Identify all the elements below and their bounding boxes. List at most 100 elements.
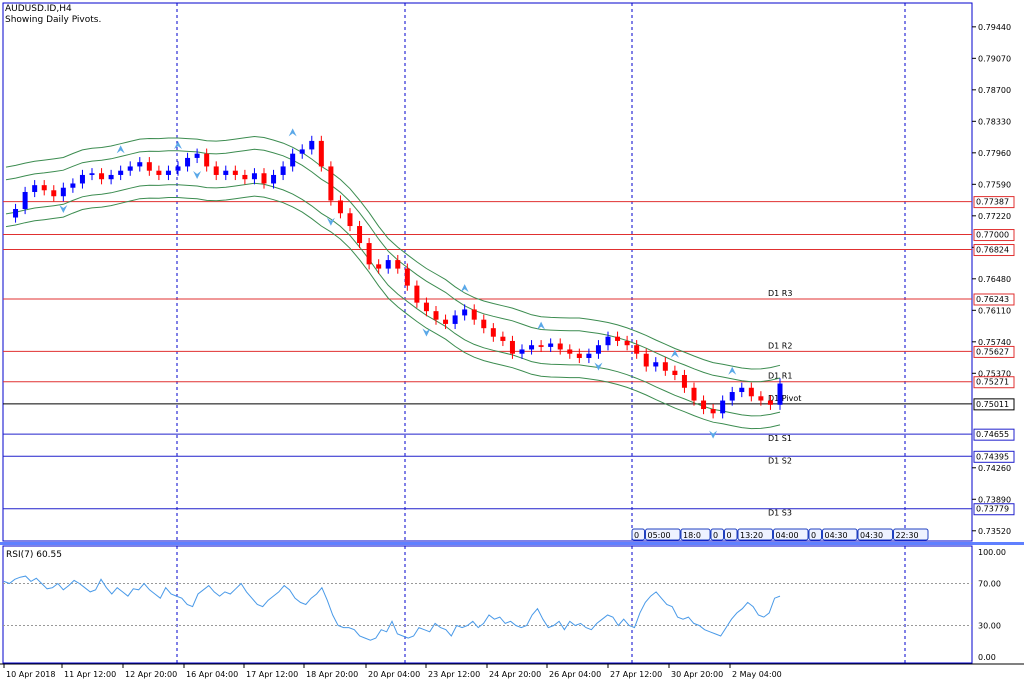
symbol-title: AUDUSD.ID,H4 <box>5 4 72 14</box>
candle-body <box>318 140 324 167</box>
candle-body <box>99 173 105 180</box>
price-axis-label: 0.79440 <box>978 23 1011 32</box>
chart-window[interactable]: 0.79440 0.79070 0.78700 0.78330 0.77960 0.775… <box>0 0 1024 683</box>
price-axis-label: 0.76110 <box>978 306 1011 315</box>
candle-body <box>529 345 535 350</box>
time-axis-label: 2 May 04:00 <box>732 670 782 679</box>
candle-body <box>13 209 19 218</box>
level-price-label: 0.76243 <box>976 295 1009 304</box>
candle-body <box>118 170 124 175</box>
candle-body <box>299 149 305 154</box>
candle-body <box>462 309 468 316</box>
candle-body <box>605 336 611 346</box>
pivot-level-label: D1 S1 <box>768 434 792 443</box>
candle-body <box>576 353 582 358</box>
candle-body <box>395 260 401 269</box>
pivot-caption: Showing Daily Pivots. <box>5 15 102 25</box>
level-price-label: 0.75011 <box>976 400 1009 409</box>
price-axis-label: 0.73520 <box>978 527 1011 536</box>
candle-body <box>79 174 85 184</box>
level-price-label: 0.77387 <box>976 198 1009 207</box>
candle-body <box>146 162 152 171</box>
candle-body <box>165 170 171 175</box>
time-axis-label: 23 Apr 12:00 <box>428 670 480 679</box>
session-time-label: 18:0 <box>683 531 701 540</box>
candle-body <box>204 153 210 167</box>
level-price-label: 0.75271 <box>976 378 1009 387</box>
candle-body <box>739 387 745 393</box>
session-time-label: 04:00 <box>776 531 799 540</box>
candle-body <box>433 311 439 320</box>
candle-body <box>175 166 181 171</box>
price-axis-label: 0.77590 <box>978 180 1011 189</box>
candle-body <box>213 166 219 175</box>
time-axis-label: 11 Apr 12:00 <box>64 670 116 679</box>
candle-body <box>748 387 754 397</box>
candle-body <box>681 375 687 388</box>
pivot-level-label: D1 R2 <box>768 341 792 350</box>
price-axis-label: 0.78700 <box>978 86 1011 95</box>
pivot-level-label: D1 Pivot <box>768 394 801 403</box>
candle-body <box>70 183 76 188</box>
price-axis-label: 0.78330 <box>978 117 1011 126</box>
candle-body <box>261 173 267 184</box>
candle-body <box>729 392 735 401</box>
session-time-label: 22:30 <box>896 531 919 540</box>
time-axis-label: 12 Apr 20:00 <box>125 670 177 679</box>
candle-body <box>337 200 343 214</box>
session-time-label: 0 <box>713 531 718 540</box>
candle-body <box>309 140 315 150</box>
candle-body <box>720 400 726 414</box>
pivot-level-label: D1 R3 <box>768 289 792 298</box>
candle-body <box>127 166 133 171</box>
session-time-label: 04:30 <box>860 531 883 540</box>
pivot-level-label: D1 S3 <box>768 509 792 518</box>
time-axis-label: 26 Apr 04:00 <box>549 670 601 679</box>
level-price-label: 0.73779 <box>976 505 1009 514</box>
candle-body <box>194 153 200 158</box>
price-axis-label: 0.77960 <box>978 149 1011 158</box>
price-axis-label: 0.79070 <box>978 54 1011 63</box>
candle-body <box>290 153 296 167</box>
candle-body <box>443 319 449 324</box>
candle-body <box>41 185 47 191</box>
candle-body <box>328 166 334 201</box>
candle-body <box>701 400 707 410</box>
candle-body <box>500 336 506 341</box>
candle-body <box>452 315 458 324</box>
rsi-axis-label: 70.00 <box>978 580 1001 589</box>
candle-body <box>271 174 277 184</box>
price-axis-label: 0.77220 <box>978 212 1011 221</box>
candle-body <box>51 190 57 197</box>
candle-body <box>89 173 95 175</box>
candle-body <box>366 243 372 265</box>
candle-body <box>242 174 248 180</box>
candle-body <box>280 166 286 175</box>
candle-body <box>557 343 563 350</box>
candle-body <box>60 187 66 197</box>
candle-body <box>376 264 382 269</box>
candle-body <box>567 349 573 354</box>
candle-body <box>414 285 420 303</box>
price-axis-label: 0.75740 <box>978 338 1011 347</box>
level-price-label: 0.77000 <box>976 231 1009 240</box>
candle-body <box>519 349 525 354</box>
time-axis-label: 27 Apr 12:00 <box>610 670 662 679</box>
candle-body <box>137 162 143 167</box>
pivot-level-label: D1 S2 <box>768 456 792 465</box>
candle-body <box>624 340 630 346</box>
chart-canvas[interactable]: 0.79440 0.79070 0.78700 0.78330 0.77960 0.775… <box>0 0 1024 683</box>
candle-body <box>548 343 554 347</box>
price-axis-label: 0.76480 <box>978 275 1011 284</box>
candle-body <box>767 400 773 405</box>
candle-body <box>471 309 477 320</box>
candle-body <box>347 213 353 227</box>
price-axis-label: 0.73890 <box>978 495 1011 504</box>
rsi-panel <box>2 545 973 664</box>
candle-body <box>710 409 716 414</box>
time-axis-label: 17 Apr 12:00 <box>246 670 298 679</box>
candle-body <box>22 191 28 210</box>
time-axis-label: 24 Apr 20:00 <box>489 670 541 679</box>
candle-body <box>232 170 238 175</box>
candle-body <box>490 328 496 337</box>
